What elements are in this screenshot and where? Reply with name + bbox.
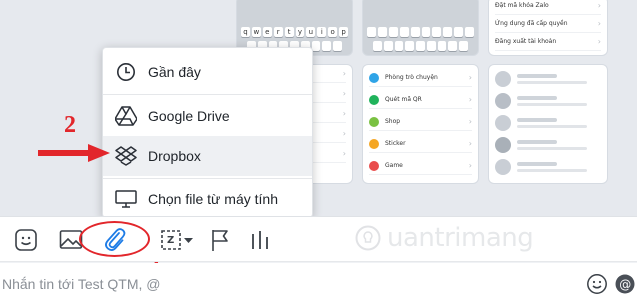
settings-item: Ứng dụng đã cấp quyền › bbox=[495, 15, 601, 33]
svg-text:Z: Z bbox=[167, 235, 174, 246]
chart-icon bbox=[252, 231, 268, 249]
flag-icon bbox=[212, 230, 228, 251]
mention-button[interactable]: @ bbox=[614, 273, 636, 295]
thumbnail-keyboard-middle bbox=[362, 0, 479, 56]
screenshot-icon: Z bbox=[161, 230, 193, 250]
emoji-button[interactable] bbox=[586, 273, 608, 295]
menu-item-computer[interactable]: Chọn file từ máy tính bbox=[103, 179, 312, 219]
menu-item-dropbox[interactable]: Dropbox bbox=[103, 136, 312, 176]
sticker-icon bbox=[15, 229, 37, 251]
svg-text:@: @ bbox=[619, 278, 631, 292]
menu-item-google-drive[interactable]: Google Drive bbox=[103, 96, 312, 136]
thumbnail-settings: Đặt mã khóa Zalo › Ứng dụng đã cấp quyền ›… bbox=[488, 0, 608, 56]
bulb-icon bbox=[355, 225, 381, 251]
highlight-circle bbox=[79, 221, 150, 257]
google-drive-icon bbox=[115, 105, 137, 127]
step-2-label: 2 bbox=[64, 112, 76, 138]
menu-item-label: Google Drive bbox=[148, 108, 230, 124]
clock-icon bbox=[115, 61, 137, 83]
composer-input-row: @ bbox=[0, 263, 637, 305]
sticker-button[interactable] bbox=[13, 227, 39, 253]
attach-menu: Gần đây Google Drive Dropbox Chọn file t… bbox=[102, 47, 313, 218]
smiley-icon bbox=[587, 274, 607, 294]
menu-item-recent[interactable]: Gần đây bbox=[103, 52, 312, 92]
flag-button[interactable] bbox=[207, 227, 233, 253]
thumbnail-contacts bbox=[488, 64, 608, 184]
settings-item: Đăng xuất tài khoản › bbox=[495, 33, 601, 51]
red-arrow-icon bbox=[38, 144, 110, 162]
menu-item-label: Dropbox bbox=[148, 148, 201, 164]
thumbnail-chat-menu: Phòng trò chuyện › Quét mã QR › Shop › Stic… bbox=[362, 64, 479, 184]
mention-icon: @ bbox=[615, 274, 635, 294]
computer-icon bbox=[115, 188, 137, 210]
screenshot-button[interactable]: Z bbox=[160, 227, 196, 253]
watermark: uantrimang bbox=[355, 223, 534, 253]
poll-button[interactable] bbox=[247, 227, 273, 253]
menu-divider bbox=[103, 94, 312, 95]
menu-item-label: Chọn file từ máy tính bbox=[148, 191, 278, 207]
message-input[interactable] bbox=[0, 263, 570, 305]
settings-item: Đặt mã khóa Zalo › bbox=[495, 0, 601, 15]
chat-background: qwertyuiop Đặt mã khóa Zalo › Ứng dụng đã… bbox=[0, 0, 637, 216]
dropbox-icon bbox=[115, 145, 137, 167]
menu-item-label: Gần đây bbox=[148, 64, 201, 80]
